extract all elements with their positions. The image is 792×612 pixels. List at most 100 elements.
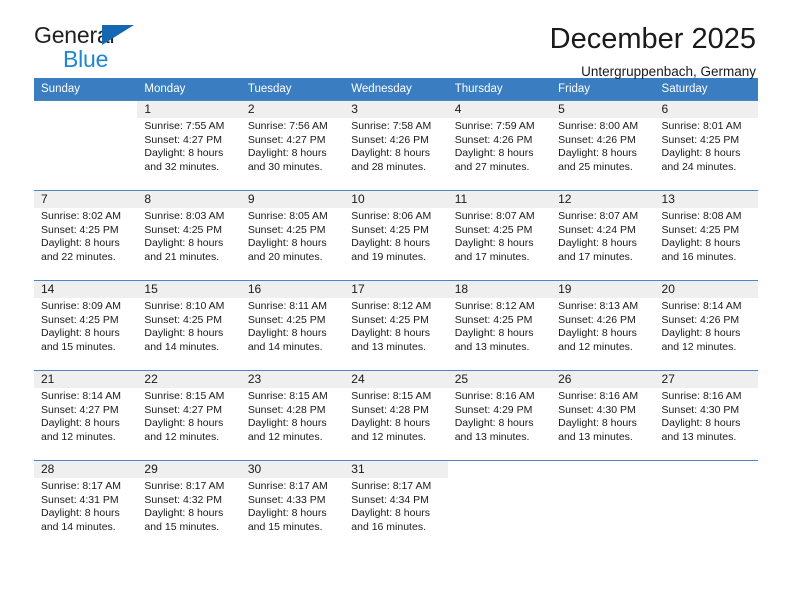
calendar-cell-day[interactable]: 18 Sunrise: 8:12 AM Sunset: 4:25 PM Dayligh… (447, 280, 552, 370)
daylight-duration-line2: and 22 minutes. (41, 250, 116, 263)
daylight-duration-line2: and 13 minutes. (558, 430, 633, 443)
weekday-header-friday: Friday (551, 78, 655, 100)
day-details: Sunrise: 7:56 AM Sunset: 4:27 PM Daylight:… (241, 118, 344, 174)
sunrise-time: Sunrise: 8:16 AM (454, 390, 535, 402)
sunset-time: Sunset: 4:27 PM (41, 403, 119, 416)
sunrise-time: Sunrise: 8:15 AM (351, 390, 432, 402)
sunrise-time: Sunrise: 7:55 AM (144, 120, 225, 132)
sunset-time: Sunset: 4:26 PM (558, 133, 636, 146)
calendar-cell-day[interactable]: 22 Sunrise: 8:15 AM Sunset: 4:27 PM Dayligh… (137, 370, 241, 460)
calendar-cell-day[interactable]: 11 Sunrise: 8:07 AM Sunset: 4:25 PM Dayligh… (447, 190, 552, 280)
calendar-cell-day[interactable]: 4 Sunrise: 7:59 AM Sunset: 4:26 PM Daylight… (447, 100, 552, 190)
sunset-time: Sunset: 4:25 PM (661, 223, 740, 236)
sunrise-time: Sunrise: 8:07 AM (558, 210, 639, 222)
sunrise-time: Sunrise: 8:16 AM (558, 390, 639, 402)
calendar-cell-day[interactable]: 27 Sunrise: 8:16 AM Sunset: 4:30 PM Dayligh… (654, 370, 758, 460)
day-details: Sunrise: 8:00 AM Sunset: 4:26 PM Daylight:… (551, 118, 654, 174)
day-number: 30 (240, 461, 345, 478)
calendar-cell-day[interactable]: 29 Sunrise: 8:17 AM Sunset: 4:32 PM Dayligh… (137, 460, 241, 550)
day-number: 1 (137, 101, 241, 118)
calendar-cell-day[interactable]: 1 Sunrise: 7:55 AM Sunset: 4:27 PM Daylight… (137, 100, 241, 190)
daylight-duration-line2: and 16 minutes. (351, 520, 426, 533)
sunset-time: Sunset: 4:30 PM (661, 403, 740, 416)
day-number (551, 461, 654, 478)
sunset-time: Sunset: 4:25 PM (454, 313, 533, 326)
daylight-duration-line1: Daylight: 8 hours (144, 507, 224, 520)
daylight-duration-line2: and 27 minutes. (454, 160, 530, 173)
day-details: Sunrise: 8:06 AM Sunset: 4:25 PM Daylight:… (344, 208, 447, 264)
calendar-cell-inner: 4 Sunrise: 7:59 AM Sunset: 4:26 PM Daylight… (447, 100, 552, 190)
calendar-cell-day[interactable]: 6 Sunrise: 8:01 AM Sunset: 4:25 PM Daylight… (654, 100, 758, 190)
weekday-header-saturday: Saturday (654, 78, 758, 100)
day-number: 25 (447, 371, 552, 388)
daylight-duration-line1: Daylight: 8 hours (41, 327, 120, 340)
calendar-cell-inner: 30 Sunrise: 8:17 AM Sunset: 4:33 PM Dayligh… (240, 460, 345, 550)
sunrise-time: Sunrise: 8:12 AM (454, 300, 535, 312)
calendar-cell-inner: 24 Sunrise: 8:15 AM Sunset: 4:28 PM Dayligh… (344, 370, 448, 460)
day-details: Sunrise: 8:15 AM Sunset: 4:27 PM Daylight:… (137, 388, 240, 444)
day-number: 22 (137, 371, 241, 388)
calendar-cell-inner: 20 Sunrise: 8:14 AM Sunset: 4:26 PM Dayligh… (654, 280, 758, 370)
daylight-duration-line2: and 14 minutes. (41, 520, 116, 533)
calendar-cell-day[interactable]: 5 Sunrise: 8:00 AM Sunset: 4:26 PM Daylight… (551, 100, 655, 190)
day-details: Sunrise: 8:07 AM Sunset: 4:24 PM Daylight:… (551, 208, 654, 264)
calendar-cell-day[interactable]: 16 Sunrise: 8:11 AM Sunset: 4:25 PM Dayligh… (240, 280, 345, 370)
daylight-duration-line1: Daylight: 8 hours (661, 417, 741, 430)
sunset-time: Sunset: 4:25 PM (661, 133, 740, 146)
calendar-cell-day[interactable]: 25 Sunrise: 8:16 AM Sunset: 4:29 PM Dayligh… (447, 370, 552, 460)
calendar-cell-empty (447, 460, 552, 550)
page-title: December 2025 (549, 23, 756, 55)
day-details: Sunrise: 7:59 AM Sunset: 4:26 PM Daylight:… (448, 118, 551, 174)
calendar-cell-inner: 9 Sunrise: 8:05 AM Sunset: 4:25 PM Daylight… (240, 190, 345, 280)
calendar-cell-day[interactable]: 13 Sunrise: 8:08 AM Sunset: 4:25 PM Dayligh… (654, 190, 758, 280)
day-number: 14 (34, 281, 138, 298)
calendar-cell-day[interactable]: 30 Sunrise: 8:17 AM Sunset: 4:33 PM Dayligh… (240, 460, 345, 550)
calendar-week-row: 1 Sunrise: 7:55 AM Sunset: 4:27 PM Daylight… (34, 100, 758, 190)
calendar-cell-day[interactable]: 3 Sunrise: 7:58 AM Sunset: 4:26 PM Daylight… (344, 100, 448, 190)
sunrise-time: Sunrise: 8:07 AM (454, 210, 535, 222)
calendar-cell-day[interactable]: 14 Sunrise: 8:09 AM Sunset: 4:25 PM Dayligh… (34, 280, 138, 370)
sunset-time: Sunset: 4:29 PM (454, 403, 533, 416)
day-details: Sunrise: 8:09 AM Sunset: 4:25 PM Daylight:… (34, 298, 137, 354)
calendar-cell-day[interactable]: 8 Sunrise: 8:03 AM Sunset: 4:25 PM Daylight… (137, 190, 241, 280)
calendar-cell-day[interactable]: 12 Sunrise: 8:07 AM Sunset: 4:24 PM Dayligh… (551, 190, 655, 280)
sunrise-time: Sunrise: 8:16 AM (661, 390, 742, 402)
day-details: Sunrise: 8:15 AM Sunset: 4:28 PM Daylight:… (241, 388, 344, 444)
calendar-cell-inner: 15 Sunrise: 8:10 AM Sunset: 4:25 PM Dayligh… (137, 280, 241, 370)
daylight-duration-line1: Daylight: 8 hours (661, 327, 741, 340)
calendar-cell-day[interactable]: 9 Sunrise: 8:05 AM Sunset: 4:25 PM Daylight… (240, 190, 345, 280)
sunrise-time: Sunrise: 8:02 AM (41, 210, 121, 222)
calendar-cell-day[interactable]: 28 Sunrise: 8:17 AM Sunset: 4:31 PM Dayligh… (34, 460, 138, 550)
daylight-duration-line2: and 14 minutes. (247, 340, 323, 353)
daylight-duration-line2: and 12 minutes. (144, 430, 220, 443)
day-details: Sunrise: 8:05 AM Sunset: 4:25 PM Daylight:… (241, 208, 344, 264)
day-details: Sunrise: 8:17 AM Sunset: 4:34 PM Daylight:… (344, 478, 447, 534)
calendar-cell-day[interactable]: 21 Sunrise: 8:14 AM Sunset: 4:27 PM Dayligh… (34, 370, 138, 460)
daylight-duration-line2: and 15 minutes. (41, 340, 116, 353)
daylight-duration-line1: Daylight: 8 hours (351, 237, 431, 250)
sunrise-time: Sunrise: 8:01 AM (661, 120, 742, 132)
calendar-cell-day[interactable]: 26 Sunrise: 8:16 AM Sunset: 4:30 PM Dayligh… (551, 370, 655, 460)
daylight-duration-line1: Daylight: 8 hours (144, 417, 224, 430)
daylight-duration-line2: and 12 minutes. (247, 430, 323, 443)
calendar-cell-day[interactable]: 15 Sunrise: 8:10 AM Sunset: 4:25 PM Dayligh… (137, 280, 241, 370)
daylight-duration-line1: Daylight: 8 hours (247, 507, 327, 520)
calendar-body: 1 Sunrise: 7:55 AM Sunset: 4:27 PM Daylight… (34, 100, 758, 550)
calendar-cell-day[interactable]: 2 Sunrise: 7:56 AM Sunset: 4:27 PM Daylight… (240, 100, 345, 190)
calendar-cell-day[interactable]: 31 Sunrise: 8:17 AM Sunset: 4:34 PM Dayligh… (344, 460, 448, 550)
sunrise-time: Sunrise: 8:05 AM (247, 210, 328, 222)
calendar-cell-day[interactable]: 24 Sunrise: 8:15 AM Sunset: 4:28 PM Dayligh… (344, 370, 448, 460)
daylight-duration-line1: Daylight: 8 hours (41, 507, 120, 520)
day-details: Sunrise: 8:07 AM Sunset: 4:25 PM Daylight:… (448, 208, 551, 264)
calendar-cell-day[interactable]: 17 Sunrise: 8:12 AM Sunset: 4:25 PM Dayligh… (344, 280, 448, 370)
calendar-cell-day[interactable]: 19 Sunrise: 8:13 AM Sunset: 4:26 PM Dayligh… (551, 280, 655, 370)
calendar-cell-day[interactable]: 7 Sunrise: 8:02 AM Sunset: 4:25 PM Daylight… (34, 190, 138, 280)
day-number: 19 (551, 281, 655, 298)
calendar-cell-day[interactable]: 20 Sunrise: 8:14 AM Sunset: 4:26 PM Dayligh… (654, 280, 758, 370)
day-number: 11 (447, 191, 552, 208)
calendar-cell-day[interactable]: 10 Sunrise: 8:06 AM Sunset: 4:25 PM Dayligh… (344, 190, 448, 280)
calendar-cell-day[interactable]: 23 Sunrise: 8:15 AM Sunset: 4:28 PM Dayligh… (240, 370, 345, 460)
day-number (448, 461, 551, 478)
daylight-duration-line1: Daylight: 8 hours (144, 327, 224, 340)
daylight-duration-line2: and 21 minutes. (144, 250, 220, 263)
